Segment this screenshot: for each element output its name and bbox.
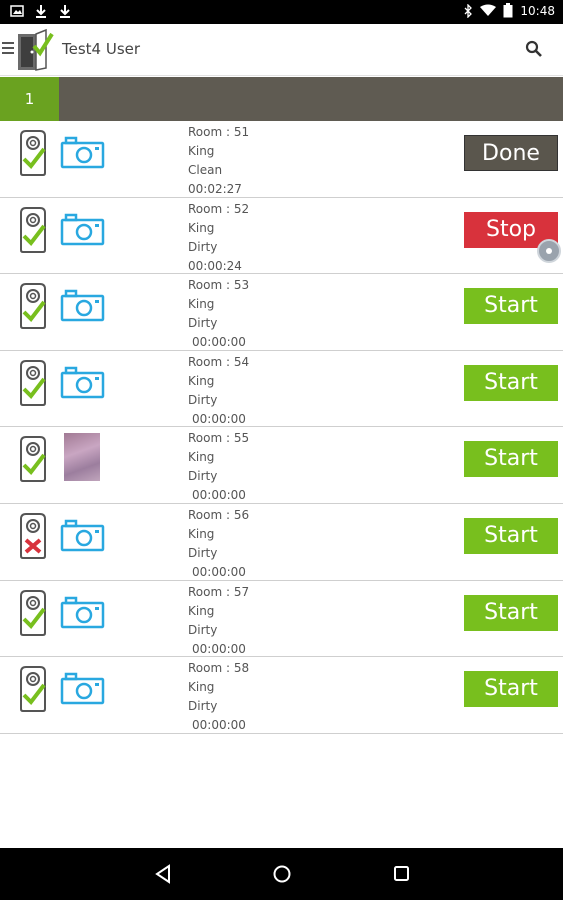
image-notification-icon [10,5,24,17]
camera-icon[interactable] [60,212,105,246]
room-status: Dirty [188,239,218,254]
room-row[interactable]: Room : 55 King Dirty 00:00:00 Start [0,427,563,504]
floating-action-dot[interactable] [537,239,561,263]
menu-icon[interactable] [2,42,14,56]
room-row[interactable]: Room : 58 King Dirty 00:00:00 Start [0,657,563,734]
room-photo-thumbnail[interactable] [64,433,100,482]
room-status: Dirty [188,392,218,407]
room-info: Room : 56 King Dirty 00:00:00 [188,506,249,582]
room-status: Dirty [188,316,218,331]
room-info: Room : 58 King Dirty 00:00:00 [188,659,249,735]
search-icon[interactable] [525,40,543,58]
room-row[interactable]: Room : 57 King Dirty 00:00:00 Start [0,581,563,658]
door-tag-check-icon [20,359,46,406]
room-status: Clean [188,163,223,177]
room-row[interactable]: Room : 51 King Clean 00:02:27 Done [0,121,563,198]
room-list: Room : 51 King Clean 00:02:27 Done Room : 52 K… [0,121,563,734]
back-icon[interactable] [154,864,172,884]
bed-type: King [188,297,215,312]
start-button[interactable]: Start [464,671,558,708]
room-timer: 00:00:00 [192,411,246,426]
room-timer: 00:00:00 [192,564,246,579]
room-info: Room : 51 King Clean 00:02:27 [188,123,249,199]
start-button[interactable]: Start [464,594,558,631]
bed-type: King [188,144,215,158]
room-row[interactable]: Room : 52 King Dirty 00:00:24 Stop [0,198,563,275]
status-bar: 10:48 [0,0,563,24]
bed-type: King [188,450,215,465]
room-status: Dirty [188,699,218,714]
app-title: Test4 User [62,40,141,58]
status-time: 10:48 [520,3,555,18]
door-tag-check-icon [20,206,46,253]
room-number: Room : 52 [188,201,250,216]
camera-icon[interactable] [60,288,105,322]
navigation-bar [0,848,563,900]
room-info: Room : 52 King Dirty 00:00:24 [188,200,249,276]
start-button[interactable]: Start [464,441,558,478]
camera-icon[interactable] [60,518,105,552]
wifi-icon [480,4,497,16]
bed-type: King [188,603,215,618]
bed-type: King [188,373,215,388]
room-row[interactable]: Room : 54 King Dirty 00:00:00 Start [0,351,563,428]
door-tag-check-icon [20,436,46,483]
room-row[interactable]: Room : 56 King Dirty 00:00:00 Start [0,504,563,581]
room-info: Room : 54 King Dirty 00:00:00 [188,353,249,429]
room-number: Room : 51 [188,125,250,139]
room-timer: 00:02:27 [188,182,242,196]
bed-type: King [188,220,215,235]
camera-icon[interactable] [60,595,105,629]
room-number: Room : 56 [188,507,250,522]
room-info: Room : 55 King Dirty 00:00:00 [188,429,249,505]
screen: 10:48 Test4 User 1 Room : 51 King Clean 00:… [0,0,563,900]
room-timer: 00:00:00 [192,335,246,350]
bed-type: King [188,680,215,695]
room-info: Room : 57 King Dirty 00:00:00 [188,583,249,659]
room-timer: 00:00:00 [192,718,246,733]
app-logo-icon [18,28,54,71]
start-button[interactable]: Start [464,517,558,554]
room-number: Room : 57 [188,584,250,599]
room-number: Room : 53 [188,278,250,293]
door-tag-cross-icon [20,512,46,559]
home-icon[interactable] [272,864,292,884]
door-tag-check-icon [20,130,46,176]
camera-icon[interactable] [60,135,105,169]
room-number: Room : 54 [188,354,250,369]
battery-icon [503,3,513,18]
tab-1[interactable]: 1 [0,77,59,121]
room-status: Dirty [188,469,218,484]
door-tag-check-icon [20,283,46,330]
app-bar: Test4 User [0,24,563,76]
start-button[interactable]: Start [464,364,558,401]
room-timer: 00:00:24 [188,258,242,273]
camera-icon[interactable] [60,671,105,705]
room-timer: 00:00:00 [192,488,246,503]
download-notification-icon [36,5,46,18]
room-number: Room : 55 [188,431,250,446]
bluetooth-icon [464,3,473,18]
download-notification-icon [60,5,70,18]
room-timer: 00:00:00 [192,641,246,656]
camera-icon[interactable] [60,365,105,399]
room-info: Room : 53 King Dirty 00:00:00 [188,276,249,352]
bed-type: King [188,526,215,541]
done-button[interactable]: Done [464,135,558,171]
room-status: Dirty [188,622,218,637]
recent-apps-icon[interactable] [393,865,410,882]
tab-strip: 1 [0,77,563,121]
door-tag-check-icon [20,589,46,636]
room-status: Dirty [188,545,218,560]
room-number: Room : 58 [188,661,250,676]
room-row[interactable]: Room : 53 King Dirty 00:00:00 Start [0,274,563,351]
start-button[interactable]: Start [464,288,558,325]
door-tag-check-icon [20,666,46,713]
